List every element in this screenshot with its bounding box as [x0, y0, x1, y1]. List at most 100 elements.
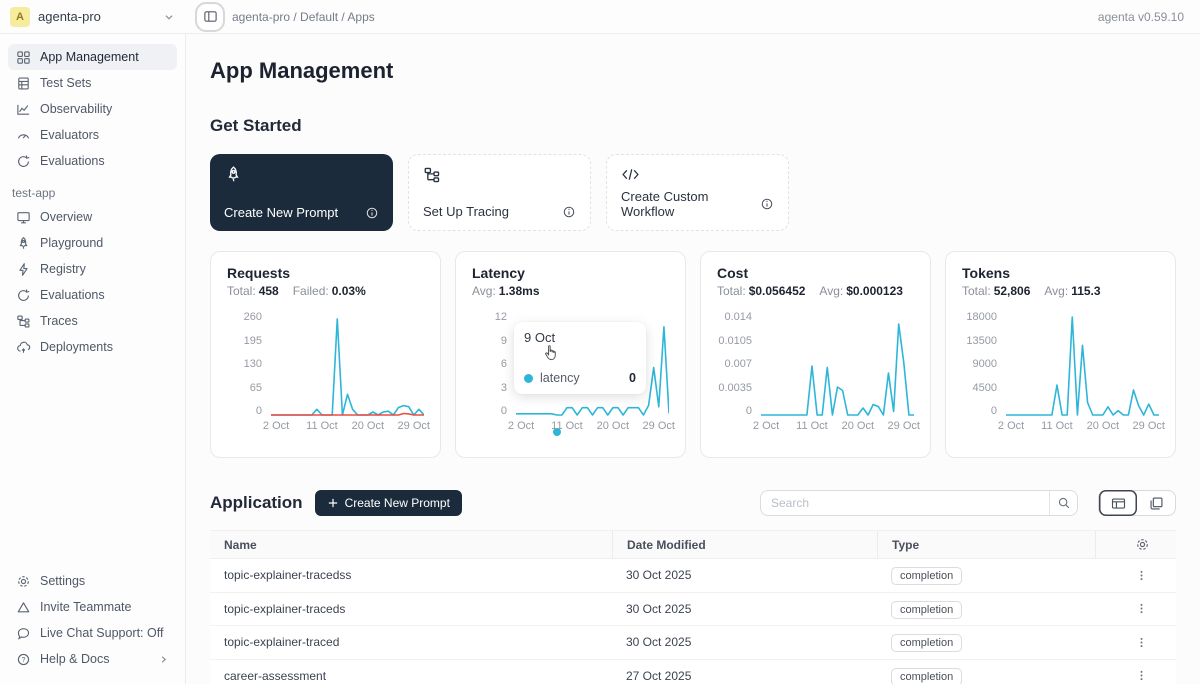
table-header: Name Date Modified Type	[210, 530, 1176, 559]
search-icon[interactable]	[1049, 491, 1077, 515]
x-axis: 2 Oct11 Oct20 Oct29 Oct	[271, 420, 424, 434]
workspace-switcher[interactable]: A agenta-pro	[0, 7, 186, 27]
row-menu-button[interactable]	[1133, 667, 1150, 684]
card-label: Create Custom Workflow	[621, 189, 760, 219]
sidebar-item-label: Evaluations	[40, 288, 105, 302]
get-started-heading: Get Started	[210, 116, 1176, 136]
code-icon	[621, 166, 774, 183]
chart-title: Requests	[227, 265, 424, 281]
sidebar-item-live-chat[interactable]: Live Chat Support: Off	[8, 620, 177, 646]
create-new-prompt-card[interactable]: Create New Prompt	[210, 154, 393, 231]
sidebar-item-app-management[interactable]: App Management	[8, 44, 177, 70]
column-type[interactable]: Type	[877, 531, 1095, 558]
tokens-plot[interactable]: 2 Oct11 Oct20 Oct29 Oct	[1006, 311, 1159, 434]
table-row[interactable]: career-assessment 27 Oct 2025 completion	[210, 660, 1176, 684]
row-menu-button[interactable]	[1133, 634, 1150, 651]
card-label: Set Up Tracing	[423, 204, 509, 219]
row-menu-button[interactable]	[1133, 600, 1150, 617]
sidebar-item-overview[interactable]: Overview	[8, 204, 177, 230]
requests-chart-card: Requests Total:458 Failed:0.03% 26019513…	[210, 251, 441, 458]
sidebar-item-traces[interactable]: Traces	[8, 308, 177, 334]
rocket-icon	[16, 236, 31, 251]
row-menu-button[interactable]	[1133, 567, 1150, 584]
applications-table: Name Date Modified Type topic-explainer-…	[210, 530, 1176, 684]
get-started-cards: Create New Prompt Set Up Tracing Create …	[210, 154, 1176, 231]
sidebar-item-help-docs[interactable]: ? Help & Docs	[8, 646, 177, 672]
tooltip-value: 0	[629, 371, 636, 385]
app-date: 30 Oct 2025	[612, 568, 877, 582]
sidebar-item-label: Invite Teammate	[40, 600, 131, 614]
chevron-down-icon	[162, 10, 176, 24]
chat-bubble-icon	[16, 626, 31, 641]
sidebar-section-app: test-app	[12, 186, 173, 200]
sidebar-item-deployments[interactable]: Deployments	[8, 334, 177, 360]
view-toggle	[1098, 490, 1176, 516]
table-row[interactable]: topic-explainer-tracedss 30 Oct 2025 com…	[210, 559, 1176, 593]
sidebar-item-registry[interactable]: Registry	[8, 256, 177, 282]
sidebar-item-invite-teammate[interactable]: Invite Teammate	[8, 594, 177, 620]
sidebar-item-app-evaluations[interactable]: Evaluations	[8, 282, 177, 308]
sidebar-item-label: Overview	[40, 210, 92, 224]
table-row[interactable]: topic-explainer-traced 30 Oct 2025 compl…	[210, 626, 1176, 660]
tokens-chart-card: Tokens Total:52,806 Avg:115.3 1800013500…	[945, 251, 1176, 458]
sidebar-item-playground[interactable]: Playground	[8, 230, 177, 256]
card-view-button[interactable]	[1137, 490, 1175, 516]
chart-stats: Total:52,806 Avg:115.3	[962, 284, 1159, 298]
metric-cards: Requests Total:458 Failed:0.03% 26019513…	[210, 251, 1176, 458]
latency-chart-card: Latency Avg:1.38ms 129630 2 Oct11 Oct20 …	[455, 251, 686, 458]
create-custom-workflow-card[interactable]: Create Custom Workflow	[606, 154, 789, 231]
column-name[interactable]: Name	[210, 538, 612, 552]
sidebar-item-settings[interactable]: Settings	[8, 568, 177, 594]
type-badge: completion	[891, 668, 962, 684]
workspace-name: agenta-pro	[38, 9, 101, 24]
invite-icon	[16, 600, 31, 615]
sidebar-item-label: Evaluators	[40, 128, 99, 142]
sidebar-item-label: App Management	[40, 50, 139, 64]
type-badge: completion	[891, 634, 962, 652]
breadcrumb[interactable]: agenta-pro / Default / Apps	[232, 10, 375, 24]
page-title: App Management	[210, 58, 1176, 84]
sidebar-item-evaluators[interactable]: Evaluators	[8, 122, 177, 148]
sidebar-item-test-sets[interactable]: Test Sets	[8, 70, 177, 96]
grid-icon	[16, 50, 31, 65]
sidebar-item-label: Traces	[40, 314, 78, 328]
table-row[interactable]: topic-explainer-traceds 30 Oct 2025 comp…	[210, 593, 1176, 627]
app-version: agenta v0.59.10	[1098, 10, 1184, 24]
workspace-avatar: A	[10, 7, 30, 27]
sidebar-collapse-button[interactable]	[198, 5, 222, 29]
y-axis: 129630	[472, 311, 516, 417]
info-icon[interactable]	[760, 197, 774, 211]
set-up-tracing-card[interactable]: Set Up Tracing	[408, 154, 591, 231]
table-view-button[interactable]	[1099, 490, 1137, 516]
rocket-icon	[224, 165, 379, 184]
x-axis: 2 Oct11 Oct20 Oct29 Oct	[761, 420, 914, 434]
search-box	[760, 490, 1078, 516]
table-settings-icon[interactable]	[1135, 537, 1150, 552]
requests-plot[interactable]: 2 Oct11 Oct20 Oct29 Oct	[271, 311, 424, 434]
app-name: topic-explainer-traced	[210, 635, 612, 649]
app-name: topic-explainer-tracedss	[210, 568, 612, 582]
legend-dot	[524, 374, 533, 383]
sidebar-item-label: Registry	[40, 262, 86, 276]
type-badge: completion	[891, 601, 962, 619]
tooltip-series: latency	[540, 371, 580, 385]
sidebar-item-label: Evaluations	[40, 154, 105, 168]
info-icon[interactable]	[562, 205, 576, 219]
line-chart-icon	[16, 102, 31, 117]
app-name: career-assessment	[210, 669, 612, 683]
create-new-prompt-button[interactable]: Create New Prompt	[315, 490, 462, 516]
gear-icon	[16, 574, 31, 589]
y-axis: 0.0140.01050.0070.00350	[717, 311, 761, 417]
sidebar-item-observability[interactable]: Observability	[8, 96, 177, 122]
cost-chart-card: Cost Total:$0.056452 Avg:$0.000123 0.014…	[700, 251, 931, 458]
mouse-cursor-icon	[542, 344, 559, 362]
column-date-modified[interactable]: Date Modified	[612, 531, 877, 558]
x-axis: 2 Oct11 Oct20 Oct29 Oct	[1006, 420, 1159, 434]
refresh-circle-icon	[16, 154, 31, 169]
cost-plot[interactable]: 2 Oct11 Oct20 Oct29 Oct	[761, 311, 914, 434]
search-input[interactable]	[761, 496, 1049, 510]
gauge-icon	[16, 128, 31, 143]
info-icon[interactable]	[365, 206, 379, 220]
sidebar-item-evaluations[interactable]: Evaluations	[8, 148, 177, 174]
sidebar-item-label: Deployments	[40, 340, 113, 354]
